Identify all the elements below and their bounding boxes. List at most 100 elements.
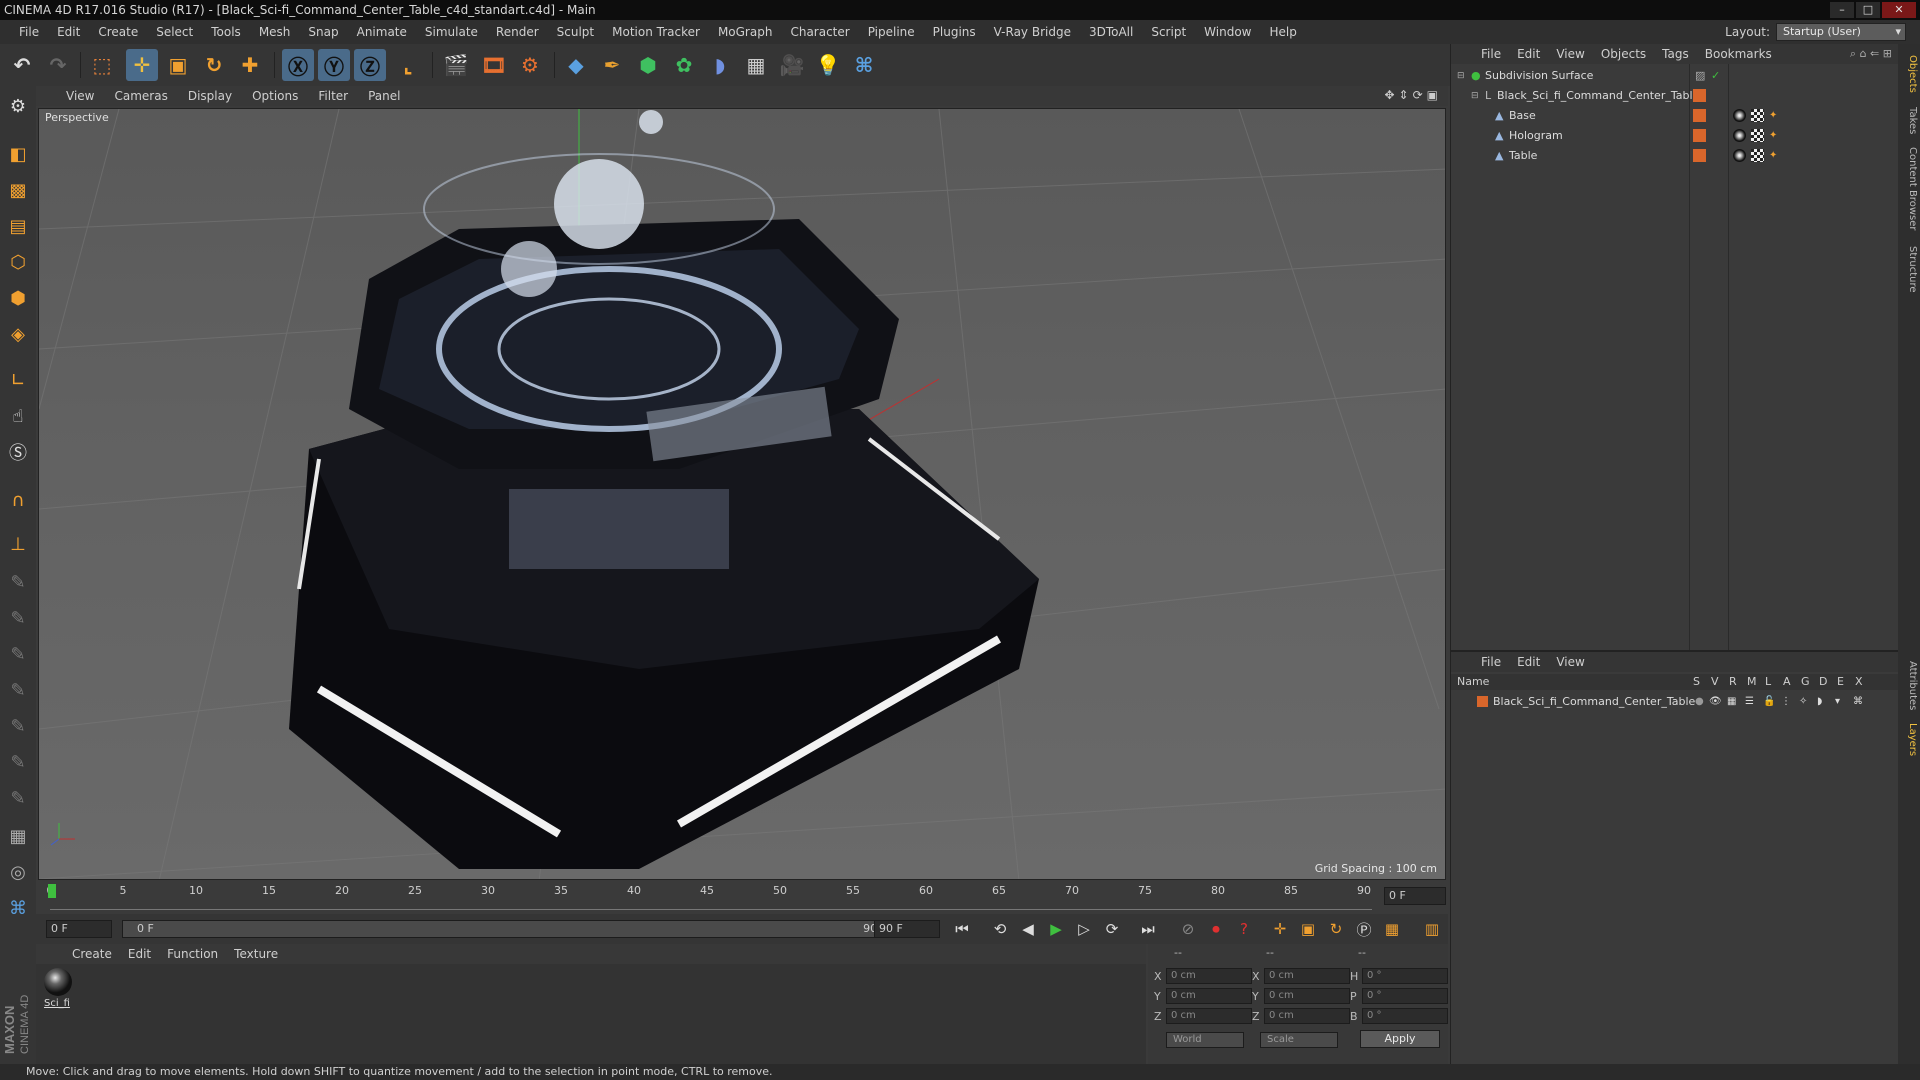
python-console-icon[interactable]: ⌘	[2, 892, 34, 924]
coordinate-mode-dropdown[interactable]: Scale	[1260, 1032, 1338, 1048]
model-mode-icon[interactable]: ◧	[2, 138, 34, 170]
object-name[interactable]: Hologram	[1509, 126, 1563, 146]
tab-objects[interactable]: Objects	[1900, 52, 1918, 96]
material-menu-texture[interactable]: Texture	[226, 947, 286, 961]
layer-menu-view[interactable]: View	[1548, 655, 1592, 669]
transform-tool-icon[interactable]: ✚	[234, 49, 266, 81]
material-menu-function[interactable]: Function	[159, 947, 226, 961]
menu-script[interactable]: Script	[1142, 20, 1195, 44]
layer-color-tag[interactable]	[1693, 129, 1706, 142]
close-button[interactable]: ✕	[1882, 2, 1916, 18]
material-tag-icon[interactable]	[1733, 129, 1746, 142]
current-frame-field[interactable]: 0 F	[1384, 887, 1446, 905]
layer-menu-file[interactable]: File	[1473, 655, 1509, 669]
edit-tag-icon[interactable]: ▨	[1695, 66, 1705, 86]
layer-col-generators[interactable]: G	[1801, 674, 1810, 690]
layer-lock-icon[interactable]: 🔓	[1763, 692, 1775, 712]
object-menu-objects[interactable]: Objects	[1593, 47, 1654, 61]
layer-col-locked[interactable]: L	[1765, 674, 1771, 690]
layer-col-manager[interactable]: M	[1747, 674, 1757, 690]
sculpt-brush-3-icon[interactable]: ✎	[2, 638, 34, 670]
make-editable-icon[interactable]: ⚙	[2, 90, 34, 122]
menu-motion-tracker[interactable]: Motion Tracker	[603, 20, 709, 44]
material-tag-icon[interactable]	[1733, 109, 1746, 122]
motion-record-icon[interactable]: ⊘	[1176, 918, 1200, 940]
redo-icon[interactable]: ↷	[42, 49, 74, 81]
object-name[interactable]: Black_Sci_fi_Command_Center_Table	[1497, 86, 1699, 106]
layer-solo-icon[interactable]: ●	[1695, 692, 1704, 712]
paint-icon[interactable]: ◎	[2, 856, 34, 888]
menu-mesh[interactable]: Mesh	[250, 20, 300, 44]
key-rotation-icon[interactable]: ↻	[1324, 918, 1348, 940]
object-menu-view[interactable]: View	[1548, 47, 1592, 61]
layer-color-tag[interactable]	[1693, 149, 1706, 162]
coordinate-space-dropdown[interactable]: World	[1166, 1032, 1244, 1048]
y-axis-icon[interactable]: Ⓨ	[318, 49, 350, 81]
menu-plugins[interactable]: Plugins	[924, 20, 985, 44]
render-view-icon[interactable]: 🎬	[440, 49, 472, 81]
camera-icon[interactable]: 🎥	[776, 49, 808, 81]
object-menu-edit[interactable]: Edit	[1509, 47, 1548, 61]
layer-col-name[interactable]: Name	[1457, 674, 1489, 690]
viewport-menu-options[interactable]: Options	[242, 89, 308, 103]
layer-render-icon[interactable]: ▦	[1727, 692, 1736, 712]
undo-icon[interactable]: ↶	[6, 49, 38, 81]
menu-vray-bridge[interactable]: V-Ray Bridge	[985, 20, 1080, 44]
menu-file[interactable]: File	[10, 20, 48, 44]
workplane-mode-icon[interactable]: ▤	[2, 210, 34, 242]
cube-primitive-icon[interactable]: ◆	[560, 49, 592, 81]
menu-character[interactable]: Character	[781, 20, 858, 44]
tab-attributes[interactable]: Attributes	[1900, 658, 1918, 714]
position-z-field[interactable]: 0 cm	[1166, 1008, 1252, 1024]
viewport-menu-filter[interactable]: Filter	[308, 89, 358, 103]
frame-range-slider[interactable]: 0 F 90 F	[122, 920, 902, 938]
object-row-base[interactable]: ▲ Base ✦	[1451, 106, 1899, 126]
layer-col-deformers[interactable]: D	[1819, 674, 1827, 690]
deformer-icon[interactable]: ◗	[704, 49, 736, 81]
axis-mode-icon[interactable]: ∟	[2, 364, 34, 396]
rotation-b-field[interactable]: 0 °	[1362, 1008, 1448, 1024]
tab-takes[interactable]: Takes	[1900, 104, 1918, 138]
maximize-button[interactable]: □	[1856, 2, 1880, 18]
apply-button[interactable]: Apply	[1360, 1030, 1440, 1048]
layer-expression-icon[interactable]: ▾	[1835, 692, 1840, 712]
layer-col-view[interactable]: V	[1711, 674, 1719, 690]
sculpt-brush-1-icon[interactable]: ✎	[2, 566, 34, 598]
object-menu-file[interactable]: File	[1473, 47, 1509, 61]
material-tag-icon[interactable]	[1733, 149, 1746, 162]
search-icon[interactable]: ⌕ ⌂ ⇐ ⊞	[1850, 47, 1892, 61]
material-menu-edit[interactable]: Edit	[120, 947, 159, 961]
go-to-end-icon[interactable]: ⏭	[1136, 918, 1160, 940]
timeline-ruler[interactable]: 0 5 10 15 20 25 30 35 40 45 50 55 60 65 …	[36, 880, 1448, 914]
layer-col-animation[interactable]: A	[1783, 674, 1791, 690]
layer-col-xref[interactable]: X	[1855, 674, 1863, 690]
layout-dropdown[interactable]: Startup (User)	[1776, 23, 1906, 41]
position-y-field[interactable]: 0 cm	[1166, 988, 1252, 1004]
viewport-menu-panel[interactable]: Panel	[358, 89, 410, 103]
rotation-h-field[interactable]: 0 °	[1362, 968, 1448, 984]
tab-content-browser[interactable]: Content Browser	[1900, 144, 1918, 234]
size-y-field[interactable]: 0 cm	[1264, 988, 1350, 1004]
move-tool-icon[interactable]: ✛	[126, 49, 158, 81]
key-parameter-icon[interactable]: Ⓟ	[1352, 918, 1376, 940]
menu-mograph[interactable]: MoGraph	[709, 20, 782, 44]
cloner-icon[interactable]: ✿	[668, 49, 700, 81]
snapping-icon[interactable]: Ⓢ	[2, 436, 34, 468]
collapse-icon[interactable]: ⊟	[1457, 66, 1465, 86]
layer-xref-icon[interactable]: ⌘	[1853, 692, 1863, 712]
object-name[interactable]: Table	[1509, 146, 1537, 166]
start-frame-field[interactable]: 0 F	[46, 920, 112, 938]
uvw-tag-icon[interactable]	[1751, 109, 1764, 122]
material-name[interactable]: Sci_fi	[44, 998, 70, 1009]
viewport-menu-view[interactable]: View	[56, 89, 104, 103]
layer-generator-icon[interactable]: ✧	[1799, 692, 1807, 712]
phong-tag-icon[interactable]: ✦	[1769, 106, 1777, 126]
layer-view-icon[interactable]: 👁	[1709, 692, 1722, 712]
end-frame-field[interactable]: 90 F	[874, 920, 940, 938]
layer-name[interactable]: Black_Sci_fi_Command_Center_Table	[1493, 692, 1695, 712]
menu-help[interactable]: Help	[1260, 20, 1305, 44]
sculpt-brush-7-icon[interactable]: ✎	[2, 782, 34, 814]
pen-spline-icon[interactable]: ✒	[596, 49, 628, 81]
object-menu-bookmarks[interactable]: Bookmarks	[1697, 47, 1780, 61]
render-picture-viewer-icon[interactable]: 🎞	[478, 49, 510, 81]
